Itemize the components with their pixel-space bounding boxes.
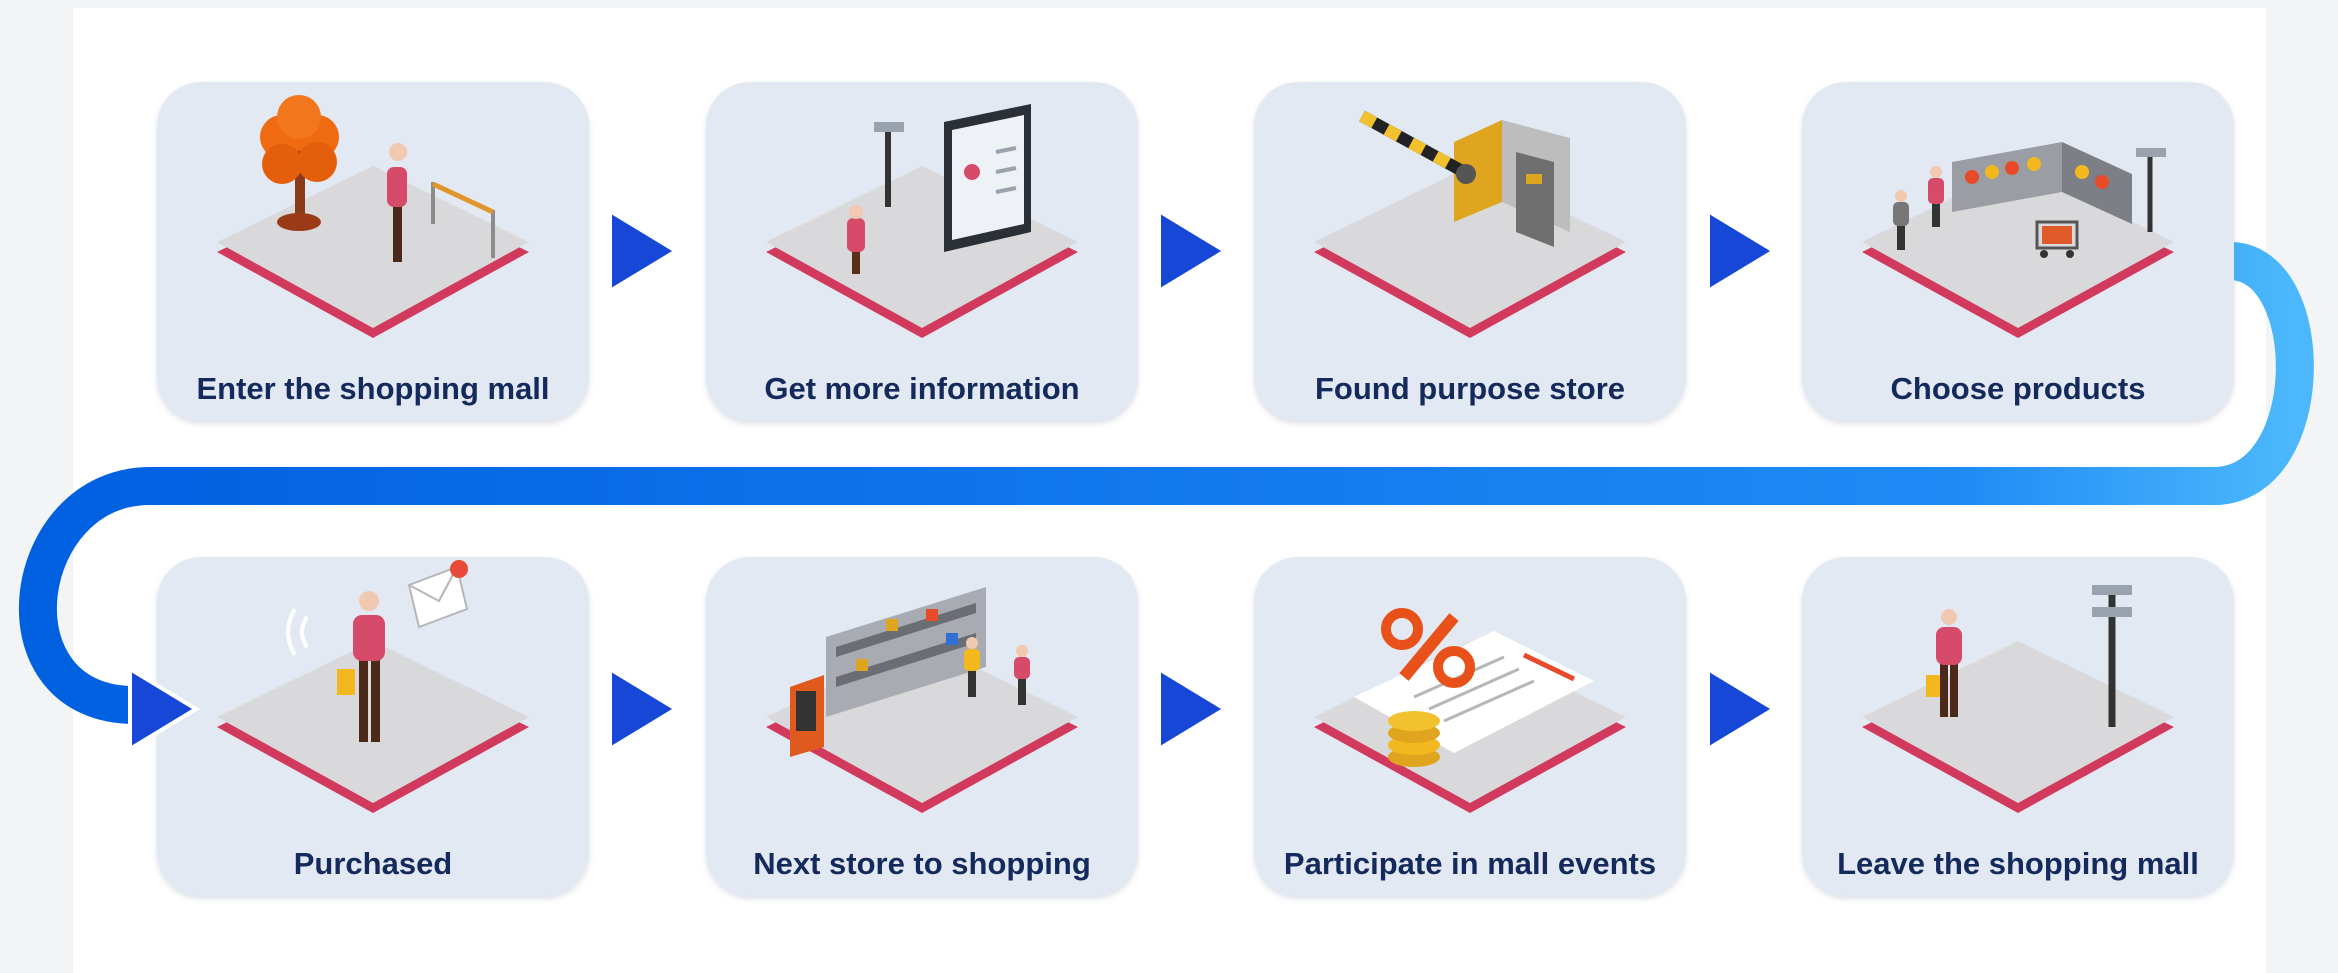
flow-arrow-6 xyxy=(1700,663,1780,755)
store-shelves-icon xyxy=(766,587,1078,813)
step-label: Choose products xyxy=(1890,371,2146,406)
flow-arrow-1 xyxy=(602,205,682,297)
step-card-found-store: Found purpose store xyxy=(1254,82,1686,421)
produce-shelves-icon xyxy=(1862,142,2174,338)
discount-receipt-icon xyxy=(1314,608,1626,813)
flow-arrow-4 xyxy=(602,663,682,755)
step-card-choose-products: Choose products xyxy=(1802,82,2234,421)
flow-arrow-2 xyxy=(1151,205,1231,297)
barrier-gate-icon xyxy=(1314,110,1626,338)
flow-arrow-3 xyxy=(1700,205,1780,297)
step-label: Enter the shopping mall xyxy=(196,371,550,406)
step-label: Get more information xyxy=(764,371,1080,406)
step-label: Purchased xyxy=(293,846,453,881)
info-screen-icon xyxy=(766,104,1078,338)
flow-arrow-entry xyxy=(122,663,202,755)
step-card-enter-mall: Enter the shopping mall xyxy=(157,82,589,421)
step-label: Next store to shopping xyxy=(753,846,1091,881)
step-label: Found purpose store xyxy=(1315,371,1625,406)
step-card-purchased: Purchased xyxy=(157,557,589,896)
tree-and-stanchion-icon xyxy=(217,95,529,338)
flow-arrow-5 xyxy=(1151,663,1231,755)
exit-camera-icon xyxy=(1862,585,2174,813)
step-label: Leave the shopping mall xyxy=(1837,846,2199,881)
step-card-get-information: Get more information xyxy=(706,82,1138,421)
step-card-next-store: Next store to shopping xyxy=(706,557,1138,896)
step-card-mall-events: Participate in mall events xyxy=(1254,557,1686,896)
step-card-leave-mall: Leave the shopping mall xyxy=(1802,557,2234,896)
step-label: Participate in mall events xyxy=(1283,846,1657,881)
mobile-payment-icon xyxy=(217,560,529,813)
